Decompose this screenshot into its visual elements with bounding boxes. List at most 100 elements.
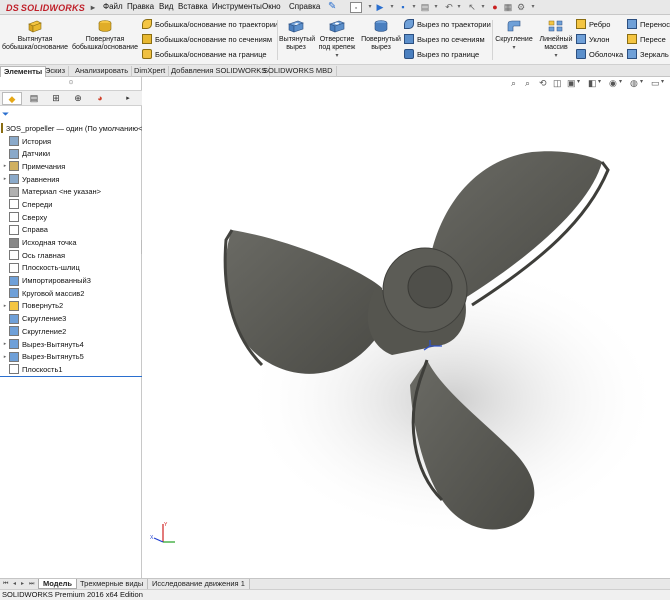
expand-arrow-icon[interactable]: ▸ [1, 303, 9, 309]
menu-help[interactable]: Справка [289, 2, 320, 11]
tab-model[interactable]: Модель [38, 579, 78, 589]
menu-insert[interactable]: Вставка [178, 2, 208, 11]
swept-boss-button[interactable]: Бобышка/основание по траектории [142, 19, 278, 29]
view-orientation-dropdown-icon[interactable]: ▾ [577, 78, 580, 85]
rebuild-icon[interactable]: ● [489, 2, 501, 13]
panel-tabs-more-icon[interactable]: ▸ [118, 92, 138, 105]
scene-icon[interactable]: ▭ [651, 78, 660, 89]
lofted-cut-button[interactable]: Вырез по сечениям [404, 34, 485, 44]
menu-file[interactable]: Файл [103, 2, 123, 11]
lofted-boss-button[interactable]: Бобышка/основание по сечениям [142, 34, 272, 44]
menu-edit[interactable]: Правка [127, 2, 154, 11]
tab-solidworks-mbd[interactable]: SOLIDWORKS MBD [260, 66, 337, 77]
linear-pattern-dropdown-icon[interactable]: ▾ [534, 52, 578, 60]
feature-manager-tab-icon[interactable]: ◆ [2, 92, 22, 105]
property-manager-tab-icon[interactable]: ▤ [24, 92, 44, 105]
zoom-area-icon[interactable]: ⌕ [525, 78, 530, 89]
display-manager-tab-icon[interactable]: ◕ [90, 92, 110, 105]
tab-dimxpert[interactable]: DimXpert [131, 66, 170, 77]
boundary-cut-button[interactable]: Вырез по границе [404, 49, 479, 59]
tree-item[interactable]: Материал <не указан> [0, 185, 142, 198]
tab-motion-study[interactable]: Исследование движения 1 [148, 579, 250, 589]
options-gear-icon[interactable]: ⚙ [515, 2, 527, 13]
tab-3d-views[interactable]: Трехмерные виды [76, 579, 149, 589]
tree-item[interactable]: Плоскость-шлиц [0, 262, 142, 275]
tree-item[interactable]: Ось главная [0, 249, 142, 262]
extruded-cut-button[interactable]: Вытянутый вырез [279, 18, 315, 52]
hole-wizard-dropdown-icon[interactable]: ▾ [315, 52, 359, 60]
shell-button[interactable]: Оболочка [576, 49, 623, 59]
rib-button[interactable]: Ребро [576, 19, 610, 29]
tree-item[interactable]: Спереди [0, 198, 142, 211]
last-tab-icon[interactable]: ⏭ [29, 579, 34, 589]
tree-item[interactable]: Скругление3 [0, 312, 142, 325]
tab-evaluate[interactable]: Анализировать [72, 66, 133, 77]
draft-button[interactable]: Уклон [576, 34, 610, 44]
tree-item[interactable]: ▸ Уравнения [0, 173, 142, 186]
boundary-boss-button[interactable]: Бобышка/основание на границе [142, 49, 267, 59]
tree-item[interactable]: ▸ Вырез-Вытянуть5 [0, 350, 142, 363]
file-properties-icon[interactable]: ▦ [502, 2, 514, 13]
tree-item[interactable]: Сверху [0, 211, 142, 224]
swept-cut-button[interactable]: Вырез по траектории [404, 19, 491, 29]
mirror-button[interactable]: Зеркаль [627, 49, 669, 59]
tree-item[interactable]: Датчики [0, 147, 142, 160]
graphics-area[interactable]: Y X [142, 90, 670, 578]
propeller-model[interactable] [142, 90, 670, 578]
select-dropdown-icon[interactable]: ▾ [477, 2, 489, 13]
tree-item[interactable]: Исходная точка [0, 236, 142, 249]
pin-icon[interactable]: ✎ [328, 1, 336, 12]
display-style-icon[interactable]: ◧ [588, 78, 597, 89]
scene-dropdown-icon[interactable]: ▾ [661, 78, 664, 85]
solidworks-logo[interactable]: DS SOLIDWORKS ▸ [6, 1, 95, 14]
hole-wizard-button[interactable]: Отверстие под крепеж ▾ [315, 18, 359, 60]
new-document-icon[interactable]: ▫ [350, 2, 362, 13]
previous-view-icon[interactable]: ⟲ [539, 78, 547, 89]
tree-item[interactable]: Импортированный3 [0, 274, 142, 287]
tree-item[interactable]: Круговой массив2 [0, 287, 142, 300]
panel-drag-handle[interactable]: ⊙ [0, 77, 142, 90]
revolved-boss-button[interactable]: Повернутая бобышка/основание [72, 18, 138, 52]
print-dropdown-icon[interactable]: ▾ [430, 2, 442, 13]
tab-solidworks-addins[interactable]: Добавления SOLIDWORKS [168, 66, 271, 77]
linear-pattern-button[interactable]: Линейный массив ▾ [534, 18, 578, 60]
tree-item[interactable]: История [0, 135, 142, 148]
expand-arrow-icon[interactable]: ▸ [1, 354, 9, 360]
display-style-dropdown-icon[interactable]: ▾ [598, 78, 601, 85]
expand-arrow-icon[interactable]: ▸ [1, 341, 9, 347]
undo-dropdown-icon[interactable]: ▾ [453, 2, 465, 13]
fillet-dropdown-icon[interactable]: ▾ [494, 44, 534, 52]
configuration-manager-tab-icon[interactable]: ⊞ [46, 92, 66, 105]
zoom-to-fit-icon[interactable]: ⌕ [511, 78, 516, 89]
first-tab-icon[interactable]: ⏮ [3, 579, 8, 589]
rollback-bar[interactable] [0, 376, 142, 377]
menu-tools[interactable]: Инструменты [212, 2, 262, 11]
tree-item[interactable]: Скругление2 [0, 325, 142, 338]
tree-item[interactable]: Справа [0, 224, 142, 237]
intersect-button[interactable]: Пересе [627, 34, 666, 44]
tree-item[interactable]: Плоскость1 [0, 363, 142, 376]
appearance-icon[interactable]: ◍ [630, 78, 638, 89]
options-dropdown-icon[interactable]: ▾ [527, 2, 539, 13]
fillet-button[interactable]: Скругление ▾ [494, 18, 534, 52]
tree-root[interactable]: 3OS_propeller — один (По умолчанию< [0, 122, 142, 135]
tree-item[interactable]: ▸ Повернуть2 [0, 300, 142, 313]
wrap-button[interactable]: Перенос [627, 19, 670, 29]
tab-sketch[interactable]: Эскиз [42, 66, 70, 77]
tab-features[interactable]: Элементы [0, 66, 47, 77]
revolved-cut-button[interactable]: Повернутый вырез [361, 18, 401, 52]
prev-tab-icon[interactable]: ◂ [13, 579, 16, 589]
next-tab-icon[interactable]: ▸ [21, 579, 24, 589]
tree-item[interactable]: ▸ Примечания [0, 160, 142, 173]
appearance-dropdown-icon[interactable]: ▾ [640, 78, 643, 85]
extruded-boss-button[interactable]: Вытянутая бобышка/основание [2, 18, 68, 52]
section-view-icon[interactable]: ◫ [553, 78, 562, 89]
filter-icon[interactable]: ⏷ [2, 109, 9, 120]
menu-view[interactable]: Вид [159, 2, 173, 11]
tree-item[interactable]: ▸ Вырез-Вытянуть4 [0, 338, 142, 351]
view-orientation-icon[interactable]: ▣ [567, 78, 576, 89]
expand-arrow-icon[interactable]: ▸ [1, 176, 9, 182]
expand-arrow-icon[interactable]: ▸ [1, 163, 9, 169]
open-icon[interactable]: ▶ [374, 2, 386, 13]
menu-window[interactable]: Окно [262, 2, 281, 11]
